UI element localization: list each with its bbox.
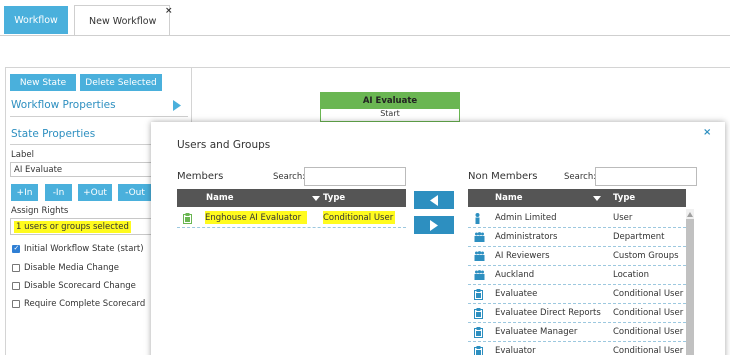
- non-member-type: Department: [613, 232, 665, 242]
- member-name: Enghouse AI Evaluator: [205, 211, 308, 224]
- non-member-name: Administrators: [495, 232, 558, 242]
- non-member-name: Evaluator: [495, 346, 536, 355]
- group-icon: [474, 266, 485, 284]
- table-row[interactable]: Administrators Department: [468, 228, 686, 247]
- non-member-type: Conditional User: [613, 346, 684, 355]
- delete-selected-button[interactable]: Delete Selected: [80, 74, 162, 91]
- checkbox-label: Require Complete Scorecard: [24, 299, 146, 309]
- sort-desc-icon[interactable]: [312, 189, 320, 207]
- members-search-label: Search:: [273, 172, 306, 182]
- remove-out-button[interactable]: -Out: [118, 184, 152, 201]
- non-member-type: Custom Groups: [613, 251, 679, 261]
- move-right-button[interactable]: [414, 216, 454, 234]
- checkbox-label: Initial Workflow State (start): [24, 244, 144, 254]
- table-row[interactable]: Evaluatee Conditional User: [468, 285, 686, 304]
- move-left-button[interactable]: [414, 191, 454, 209]
- assign-rights-caption: Assign Rights: [11, 206, 69, 216]
- canvas-top-border: [192, 67, 730, 68]
- tab-bar-divider: [0, 35, 730, 36]
- scrollbar-thumb[interactable]: [686, 219, 694, 355]
- members-col-type[interactable]: Type: [323, 189, 345, 207]
- clipboard-icon: [183, 209, 192, 227]
- member-type: Conditional User: [323, 211, 396, 224]
- table-row[interactable]: AI Reviewers Custom Groups: [468, 247, 686, 266]
- checkbox-unchecked-icon[interactable]: [12, 264, 20, 272]
- group-icon: [474, 228, 485, 246]
- rights-summary: 1 users or groups selected: [14, 220, 131, 233]
- non-members-title: Non Members: [468, 171, 538, 182]
- non-members-col-name[interactable]: Name: [495, 189, 522, 207]
- checkbox-label: Disable Scorecard Change: [24, 281, 136, 291]
- non-member-name: AI Reviewers: [495, 251, 550, 261]
- state-node-subtitle: Start: [320, 109, 460, 122]
- non-member-name: Evaluatee Manager: [495, 327, 578, 337]
- non-member-type: User: [613, 213, 633, 223]
- non-member-name: Auckland: [495, 270, 535, 280]
- non-member-type: Conditional User: [613, 327, 684, 337]
- non-members-col-type[interactable]: Type: [613, 189, 635, 207]
- checkbox-unchecked-icon[interactable]: [12, 282, 20, 290]
- tab-workflow[interactable]: Workflow: [4, 6, 68, 34]
- table-row[interactable]: Auckland Location: [468, 266, 686, 285]
- users-groups-dialog: Users and Groups × Members Search: Name …: [151, 122, 725, 355]
- members-col-name[interactable]: Name: [206, 189, 233, 207]
- arrow-left-icon: [430, 194, 438, 206]
- clipboard-icon: [474, 342, 483, 355]
- table-row[interactable]: Evaluatee Manager Conditional User: [468, 323, 686, 342]
- dialog-title: Users and Groups: [177, 139, 271, 151]
- members-title: Members: [177, 171, 224, 182]
- table-row[interactable]: Enghouse AI Evaluator Conditional User: [177, 209, 406, 228]
- non-members-grid-header: Name Type: [468, 189, 686, 207]
- non-member-type: Conditional User: [613, 289, 684, 299]
- table-row[interactable]: Admin Limited User: [468, 209, 686, 228]
- tab-new-workflow[interactable]: New Workflow: [74, 5, 170, 36]
- workflow-properties-header[interactable]: Workflow Properties: [11, 99, 116, 111]
- non-member-name: Evaluatee Direct Reports: [495, 308, 601, 318]
- clipboard-icon: [474, 304, 483, 322]
- tab-close-icon[interactable]: ×: [165, 6, 173, 16]
- expand-arrow-icon[interactable]: [173, 100, 181, 114]
- state-node-title[interactable]: AI Evaluate: [320, 92, 460, 109]
- add-in-button[interactable]: +In: [11, 184, 38, 201]
- label-caption: Label: [11, 150, 34, 160]
- clipboard-icon: [474, 285, 483, 303]
- checkbox-unchecked-icon[interactable]: [12, 300, 20, 308]
- state-properties-header: State Properties: [11, 128, 96, 140]
- table-row[interactable]: Evaluator Conditional User: [468, 342, 686, 355]
- non-member-name: Evaluatee: [495, 289, 538, 299]
- non-members-search-label: Search:: [564, 172, 597, 182]
- person-icon: [474, 209, 481, 227]
- non-member-name: Admin Limited: [495, 213, 557, 223]
- members-grid-header: Name Type: [177, 189, 406, 207]
- checkbox-checked-icon[interactable]: [12, 244, 20, 253]
- members-search-input[interactable]: [304, 167, 406, 186]
- checkbox-label: Disable Media Change: [24, 263, 120, 273]
- new-state-button[interactable]: New State: [10, 74, 76, 91]
- add-out-button[interactable]: +Out: [78, 184, 112, 201]
- non-member-type: Conditional User: [613, 308, 684, 318]
- divider: [10, 116, 188, 117]
- arrow-right-icon: [430, 219, 438, 231]
- remove-in-button[interactable]: -In: [45, 184, 72, 201]
- non-members-search-input[interactable]: [595, 167, 697, 186]
- close-icon[interactable]: ×: [703, 127, 711, 138]
- table-row[interactable]: Evaluatee Direct Reports Conditional User: [468, 304, 686, 323]
- sort-desc-icon[interactable]: [593, 189, 601, 207]
- non-member-type: Location: [613, 270, 649, 280]
- group-icon: [474, 247, 485, 265]
- clipboard-icon: [474, 323, 483, 341]
